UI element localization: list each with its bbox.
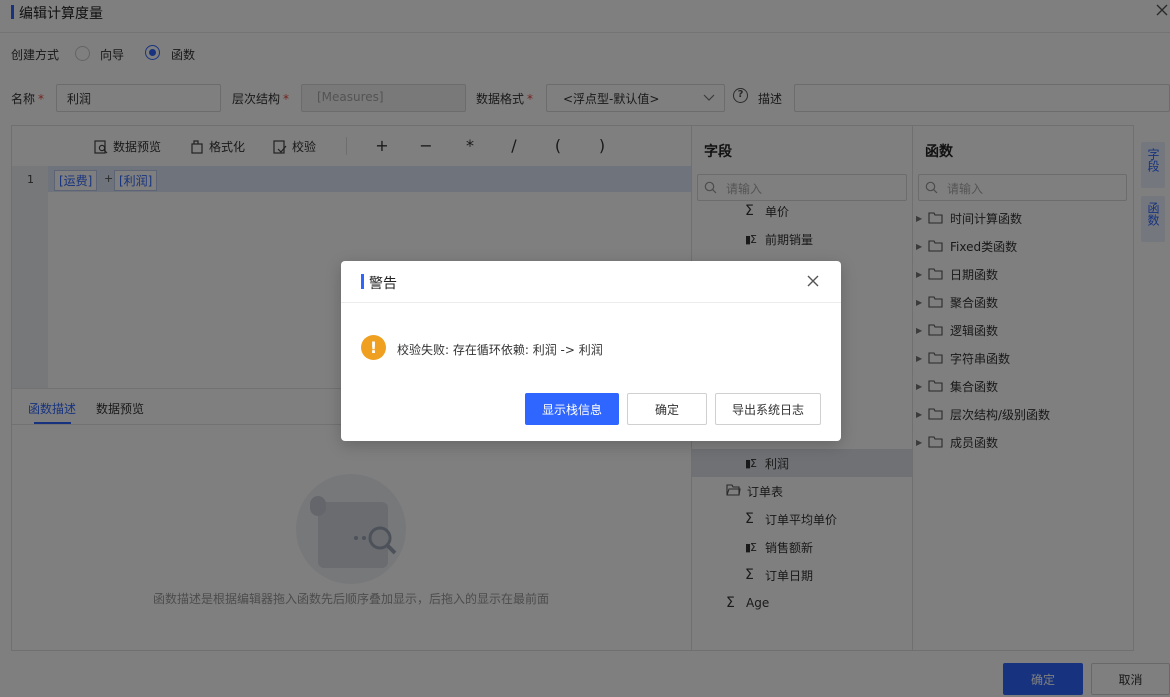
warning-icon: !: [361, 335, 386, 360]
dialog-title: 警告: [369, 276, 397, 292]
dialog-title-accent: [361, 274, 364, 289]
export-log-button[interactable]: 导出系统日志: [715, 393, 821, 425]
warning-dialog: 警告 ! 校验失败: 存在循环依赖: 利润 -> 利润 显示栈信息 确定 导出系…: [341, 261, 841, 441]
dialog-message: 校验失败: 存在循环依赖: 利润 -> 利润: [397, 343, 603, 357]
dialog-close-icon[interactable]: [806, 274, 820, 291]
show-stack-button[interactable]: 显示栈信息: [525, 393, 619, 425]
dialog-ok-button[interactable]: 确定: [627, 393, 707, 425]
dialog-header-divider: [341, 302, 841, 303]
